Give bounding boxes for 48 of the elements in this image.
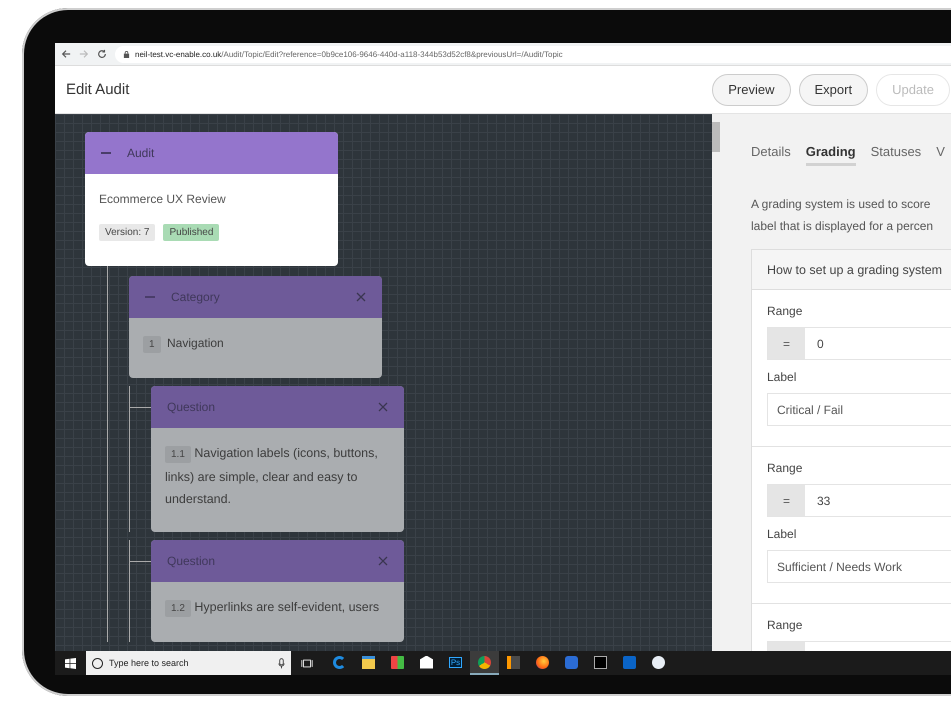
header-button[interactable]: Export <box>798 74 868 106</box>
card-title: Question <box>167 554 216 568</box>
card-title: Audit <box>127 146 156 160</box>
field-label: Label <box>767 527 798 541</box>
microphone-icon[interactable] <box>278 658 285 668</box>
question-card[interactable]: Question 1.1 Navigation labels (icons, buttons, links) are simple, clear and easy to understand. <box>151 386 404 532</box>
field-label: Range <box>767 304 804 318</box>
operator-addon: = <box>768 328 805 359</box>
field-label: Label <box>767 370 798 384</box>
taskbar-app[interactable]: Ps <box>441 651 470 675</box>
number-badge: 1 <box>143 336 161 353</box>
audit-card[interactable]: Audit Ecommerce UX Review Version: 7 Published <box>85 132 338 266</box>
lock-icon <box>123 50 130 58</box>
windows-icon[interactable] <box>65 658 76 668</box>
question-card[interactable]: Question 1.2 Hyperlinks are self-evident, users <box>151 540 404 642</box>
page-title: Edit Audit <box>66 81 130 98</box>
question-text: 1.1 Navigation labels (icons, buttons, links) are simple, clear and easy to understand. <box>165 445 379 508</box>
label-input[interactable]: Sufficient / Needs Work <box>767 550 951 583</box>
reload-icon[interactable] <box>97 49 107 59</box>
question-text: 1.2 Hyperlinks are self-evident, users <box>165 596 390 620</box>
label-input[interactable]: Critical / Fail <box>767 393 951 426</box>
number-badge: 1.1 <box>165 446 191 463</box>
scrollbar[interactable] <box>712 114 720 651</box>
card-title: Question <box>167 400 216 414</box>
taskbar-app[interactable] <box>470 651 499 675</box>
header-button[interactable]: Preview <box>712 74 790 106</box>
tab[interactable]: V <box>936 144 945 166</box>
number-badge: 1.2 <box>165 600 191 617</box>
status-badge: Published <box>163 224 220 241</box>
range-input[interactable]: = 33 <box>767 484 951 517</box>
taskbar-search-field[interactable]: Type here to search <box>86 651 291 675</box>
card-title: Category <box>171 290 221 304</box>
task-view-icon[interactable] <box>301 658 313 668</box>
range-input[interactable]: = 0 <box>767 327 951 360</box>
category-name: Navigation <box>167 336 224 350</box>
intro-text: A grading system is used to score <box>751 196 932 213</box>
operator-addon: = <box>768 485 805 516</box>
field-label: Range <box>767 618 804 632</box>
tab[interactable]: Grading <box>806 144 856 166</box>
field-label: Range <box>767 461 804 475</box>
address-bar[interactable]: neil-test.vc-enable.co.uk/Audit/Topic/Edit?reference=0b9ce106-9646-440d-a118-344b53d52cf8&previousUrl=/Audit/Topic <box>115 46 951 62</box>
intro-text: label that is displayed for a percen <box>751 218 934 235</box>
tab[interactable]: Statuses <box>870 144 922 166</box>
audit-name: Ecommerce UX Review <box>99 192 227 206</box>
version-badge: Version: 7 <box>99 224 156 241</box>
back-arrow-icon[interactable] <box>61 49 71 59</box>
accordion-header[interactable]: How to set up a grading system <box>752 250 951 290</box>
tab[interactable]: Details <box>751 144 791 166</box>
